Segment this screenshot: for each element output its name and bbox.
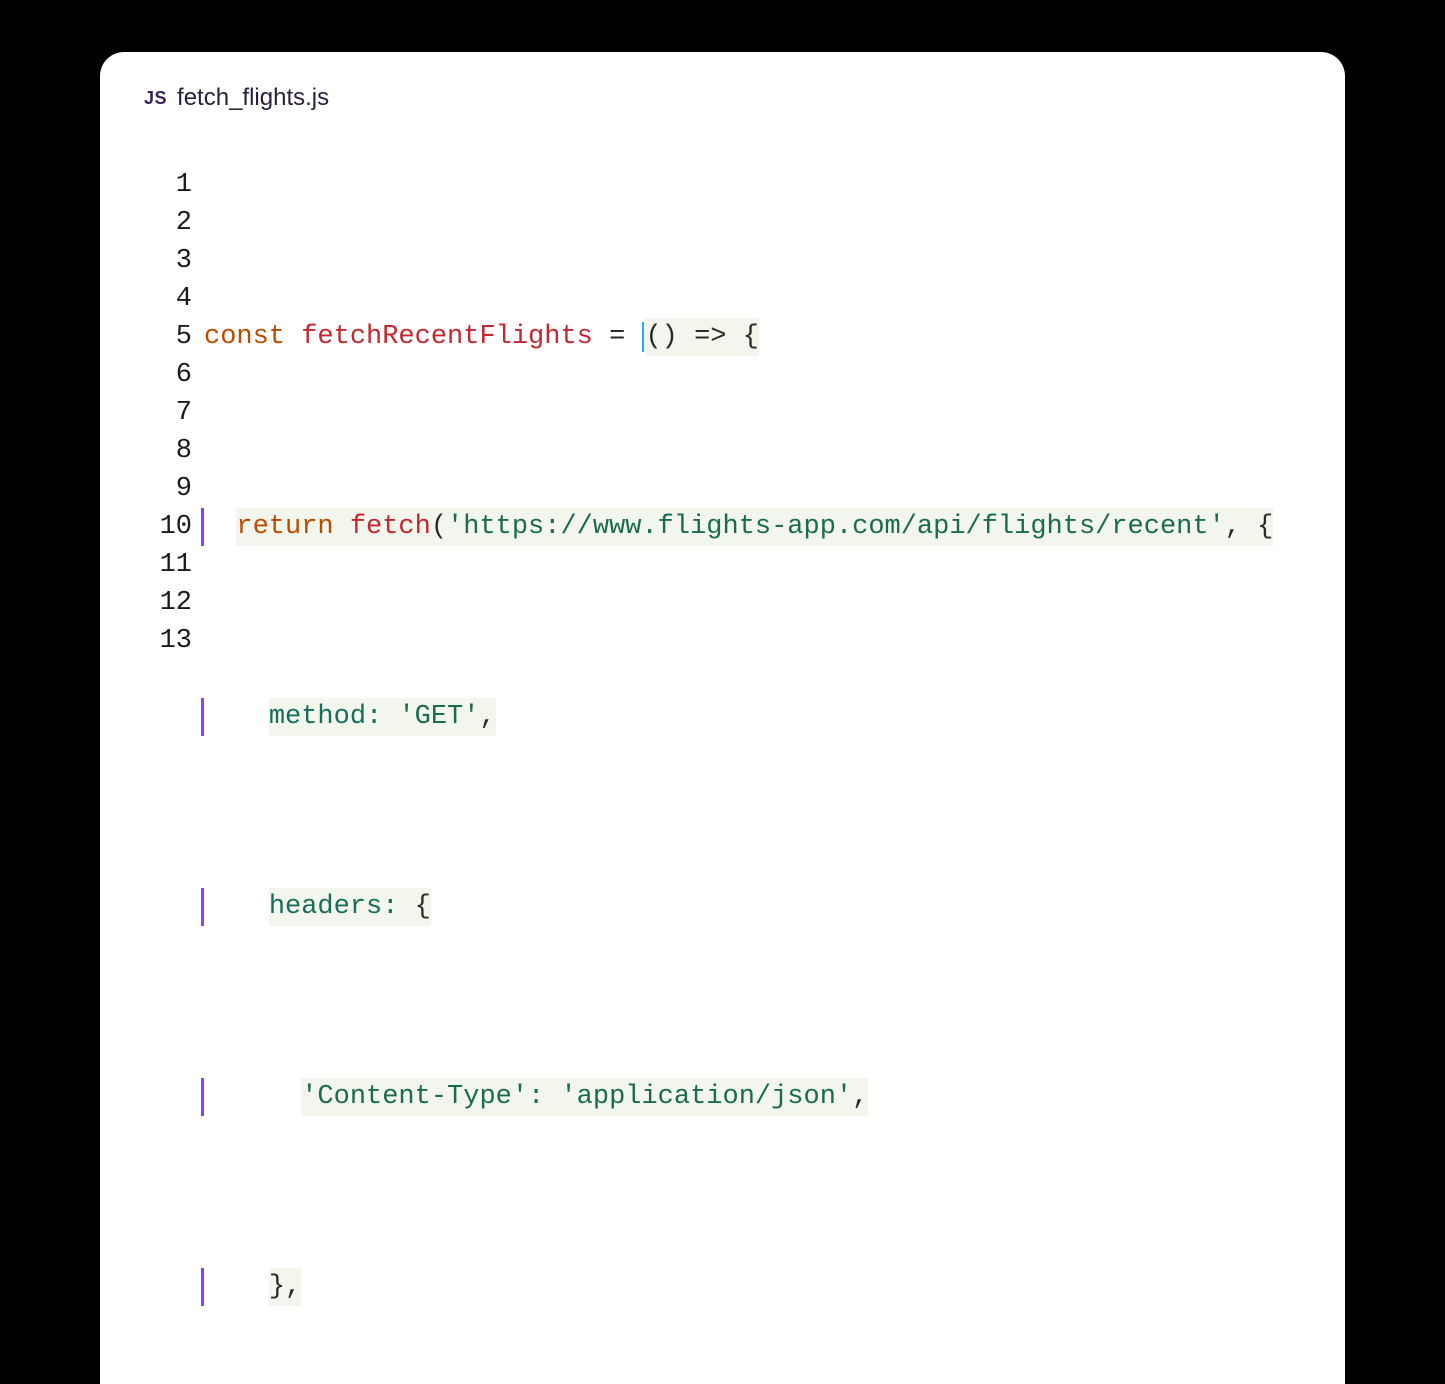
- line-number: 13: [160, 622, 192, 660]
- line-number: 11: [160, 546, 192, 584]
- string-json: 'application/json': [560, 1082, 852, 1112]
- file-tab[interactable]: JS fetch_flights.js: [144, 84, 329, 112]
- line-number: 2: [176, 204, 192, 242]
- prop-headers: headers:: [269, 892, 399, 922]
- code-line[interactable]: headers: {: [201, 888, 1301, 926]
- prop-content-type: 'Content-Type':: [301, 1082, 544, 1112]
- editor-panel: JS fetch_flights.js 1 2 3 4 5 6 7 8 9 10…: [100, 52, 1345, 1384]
- keyword-return: return: [236, 512, 333, 542]
- line-gutter: 1 2 3 4 5 6 7 8 9 10 11 12 13: [144, 166, 192, 1384]
- operator-equals: =: [593, 318, 642, 356]
- string-get: 'GET': [398, 702, 479, 732]
- keyword-const: const: [204, 318, 285, 356]
- code-line[interactable]: const fetchRecentFlights = () => {: [204, 318, 1301, 356]
- string-url: 'https://www.flights-app.com/api/flights…: [447, 512, 1225, 542]
- code-area[interactable]: const fetchRecentFlights = () => { retur…: [204, 166, 1301, 1384]
- file-name: fetch_flights.js: [177, 84, 329, 112]
- line-number: 12: [160, 584, 192, 622]
- code-line[interactable]: method: 'GET',: [201, 698, 1301, 736]
- call-fetch: fetch: [350, 512, 431, 542]
- line-number: 8: [176, 432, 192, 470]
- line-number: 7: [176, 394, 192, 432]
- suggestion-text: () => {: [645, 318, 758, 356]
- js-file-icon: JS: [144, 88, 167, 109]
- line-number: 9: [176, 470, 192, 508]
- code-line[interactable]: },: [201, 1268, 1301, 1306]
- code-editor[interactable]: 1 2 3 4 5 6 7 8 9 10 11 12 13 const fetc…: [144, 166, 1301, 1384]
- line-number: 4: [176, 280, 192, 318]
- text-cursor: [642, 322, 644, 352]
- code-line[interactable]: 'Content-Type': 'application/json',: [201, 1078, 1301, 1116]
- line-number: 10: [160, 508, 192, 546]
- line-number: 3: [176, 242, 192, 280]
- line-number: 1: [176, 166, 192, 204]
- line-number: 5: [176, 318, 192, 356]
- line-number: 6: [176, 356, 192, 394]
- prop-method: method:: [269, 702, 382, 732]
- function-name: fetchRecentFlights: [301, 318, 593, 356]
- code-line[interactable]: return fetch('https://www.flights-app.co…: [201, 508, 1301, 546]
